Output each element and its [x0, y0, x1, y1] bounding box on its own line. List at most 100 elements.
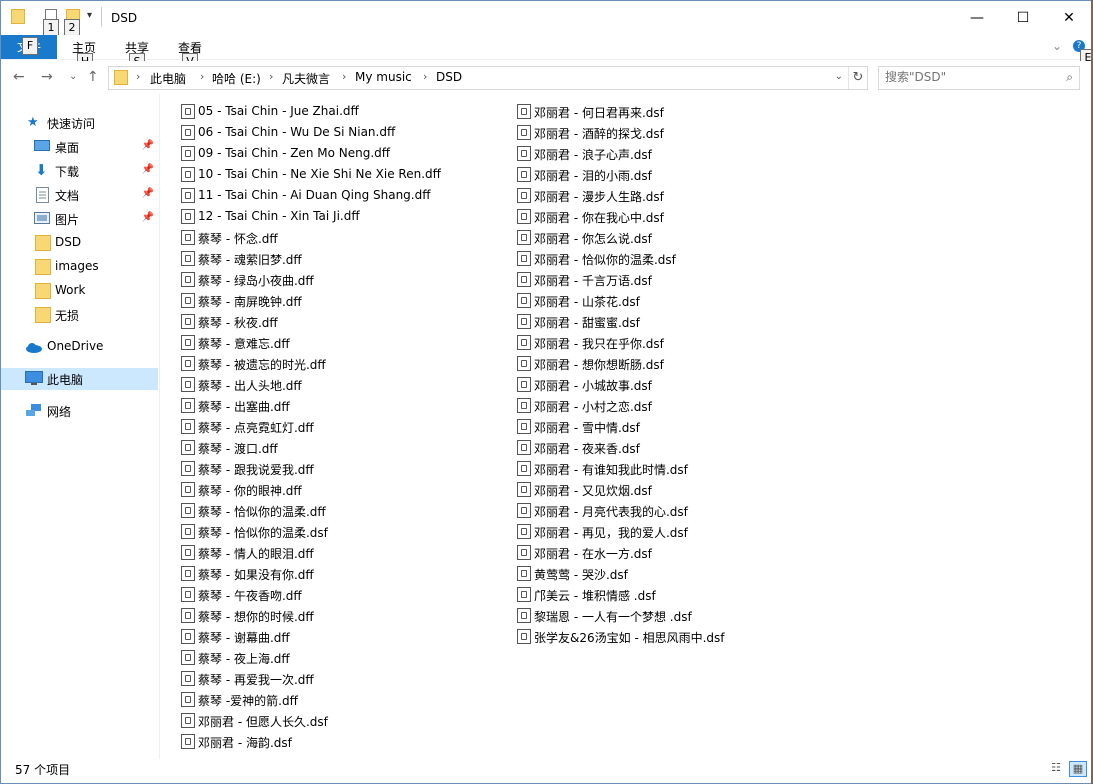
audio-file-icon [181, 713, 195, 728]
audio-file-icon [517, 461, 531, 476]
crumb-this-pc[interactable]: 此电脑 [150, 70, 186, 87]
file-name: 10 - Tsai Chin - Ne Xie Shi Ne Xie Ren.d… [198, 167, 441, 181]
file-name: 邓丽君 - 再见，我的爱人.dsf [534, 526, 688, 540]
search-input[interactable] [885, 69, 1050, 85]
nav-network[interactable]: 网络 [1, 400, 158, 422]
file-name: 蔡琴 - 如果没有你.dff [198, 568, 314, 582]
file-name: 12 - Tsai Chin - Xin Tai Ji.dff [198, 209, 360, 223]
audio-file-icon [181, 272, 195, 287]
audio-file-icon [517, 209, 531, 224]
file-name: 蔡琴 - 恰似你的温柔.dsf [198, 526, 328, 540]
file-name: 邓丽君 - 酒醉的探戈.dsf [534, 127, 664, 141]
nav-onedrive-label: OneDrive [47, 339, 104, 353]
audio-file-icon [517, 566, 531, 581]
folder-icon [35, 307, 51, 323]
crumb-dsd[interactable]: DSD [436, 70, 462, 84]
file-name: 蔡琴 - 想你的时候.dff [198, 610, 314, 624]
search-box[interactable]: ⌕ [878, 66, 1080, 90]
file-name: 蔡琴 - 情人的眼泪.dff [198, 547, 314, 561]
refresh-icon[interactable]: ↻ [848, 67, 867, 89]
nav-documents[interactable]: 文档 📌 [1, 184, 158, 206]
nav-downloads[interactable]: ⬇ 下载 📌 [1, 160, 158, 182]
search-icon[interactable]: ⌕ [1066, 70, 1073, 85]
file-name: 邓丽君 - 千言万语.dsf [534, 274, 652, 288]
file-name: 邓丽君 - 但愿人长久.dsf [198, 715, 328, 729]
back-arrow-icon[interactable]: ← [13, 69, 25, 85]
audio-file-icon [517, 167, 531, 182]
pictures-icon [34, 211, 50, 227]
nav-onedrive[interactable]: OneDrive [1, 336, 158, 358]
audio-file-icon [181, 356, 195, 371]
large-icons-view-icon[interactable]: ▦ [1069, 761, 1087, 777]
nav-pictures[interactable]: 图片 📌 [1, 208, 158, 230]
close-button[interactable]: ✕ [1046, 1, 1092, 35]
folder-icon [11, 9, 25, 24]
file-name: 邓丽君 - 你怎么说.dsf [534, 232, 652, 246]
pin-icon[interactable]: 📌 [142, 140, 154, 151]
file-name: 蔡琴 - 谢幕曲.dff [198, 631, 290, 645]
address-dropdown-icon[interactable]: ⌄ [835, 71, 843, 82]
minimize-button[interactable]: — [954, 1, 1000, 35]
file-name: 蔡琴 - 渡口.dff [198, 442, 278, 456]
audio-file-icon [517, 314, 531, 329]
explorer-window: 1 2 ▾ DSD — ☐ ✕ 文件 F 主页 H 共享 S 查看 V ⌄ ? … [0, 0, 1093, 784]
nav-lossless[interactable]: 无损 [1, 304, 158, 326]
forward-arrow-icon[interactable]: → [41, 69, 53, 85]
file-name: 邓丽君 - 恰似你的温柔.dsf [534, 253, 676, 267]
file-name: 邓丽君 - 何日君再来.dsf [534, 106, 664, 120]
audio-file-icon [181, 251, 195, 266]
file-name: 蔡琴 - 怀念.dff [198, 232, 278, 246]
pin-icon[interactable]: 📌 [142, 212, 154, 223]
nav-images[interactable]: images [1, 256, 158, 278]
nav-desktop[interactable]: 桌面 📌 [1, 136, 158, 158]
nav-this-pc[interactable]: 此电脑 [1, 368, 158, 390]
maximize-button[interactable]: ☐ [1000, 1, 1046, 35]
nav-work[interactable]: Work [1, 280, 158, 302]
audio-file-icon [517, 440, 531, 455]
file-name: 邓丽君 - 有谁知我此时情.dsf [534, 463, 688, 477]
crumb-drive-e[interactable]: 哈哈 (E:) [212, 70, 261, 87]
nav-dsd[interactable]: DSD [1, 232, 158, 254]
address-bar[interactable]: › 此电脑 › 哈哈 (E:) › 凡夫微言 › My music › DSD … [108, 66, 868, 90]
file-name: 蔡琴 - 恰似你的温柔.dff [198, 505, 326, 519]
nav-quick-access-label: 快速访问 [47, 117, 96, 131]
audio-file-icon [517, 251, 531, 266]
crumb-my-music[interactable]: My music [355, 70, 412, 84]
audio-file-icon [181, 167, 195, 182]
file-name: 邓丽君 - 夜来香.dsf [534, 442, 640, 456]
audio-file-icon [181, 650, 195, 665]
up-arrow-icon[interactable]: ↑ [87, 69, 99, 85]
audio-file-icon [181, 377, 195, 392]
file-name: 蔡琴 - 点亮霓虹灯.dff [198, 421, 314, 435]
audio-file-icon [517, 587, 531, 602]
file-name: 邓丽君 - 小村之恋.dsf [534, 400, 652, 414]
ribbon-expand-icon[interactable]: ⌄ [1052, 39, 1062, 53]
audio-file-icon [181, 440, 195, 455]
recent-locations-icon[interactable]: ⌄ [69, 71, 77, 82]
desktop-icon [34, 139, 50, 155]
file-name: 邓丽君 - 你在我心中.dsf [534, 211, 664, 225]
cloud-icon [25, 342, 42, 358]
crumb-fanfuweiyan[interactable]: 凡夫微言 [282, 70, 330, 87]
navigation-pane: ★ 快速访问 桌面 📌 ⬇ 下载 📌 文档 📌 图片 📌 DSD images … [1, 94, 160, 759]
file-name: 蔡琴 - 夜上海.dff [198, 652, 290, 666]
item-count: 57 个项目 [15, 763, 71, 777]
chevron-right-icon: › [342, 70, 347, 83]
nav-downloads-label: 下载 [55, 165, 80, 179]
audio-file-icon [517, 146, 531, 161]
file-name: 黄莺莺 - 哭沙.dsf [534, 568, 628, 582]
audio-file-icon [517, 503, 531, 518]
pin-icon[interactable]: 📌 [142, 188, 154, 199]
nav-dsd-label: DSD [55, 235, 82, 249]
quick-access-dropdown-icon[interactable]: ▾ [87, 10, 92, 21]
details-view-icon[interactable]: ☷ [1048, 761, 1064, 775]
nav-documents-label: 文档 [55, 189, 80, 203]
audio-file-icon [517, 293, 531, 308]
file-name: 蔡琴 - 出人头地.dff [198, 379, 302, 393]
audio-file-icon [517, 356, 531, 371]
file-name: 邓丽君 - 小城故事.dsf [534, 379, 652, 393]
pin-icon[interactable]: 📌 [142, 164, 154, 175]
nav-quick-access[interactable]: ★ 快速访问 [1, 112, 158, 134]
audio-file-icon [181, 692, 195, 707]
audio-file-icon [517, 524, 531, 539]
